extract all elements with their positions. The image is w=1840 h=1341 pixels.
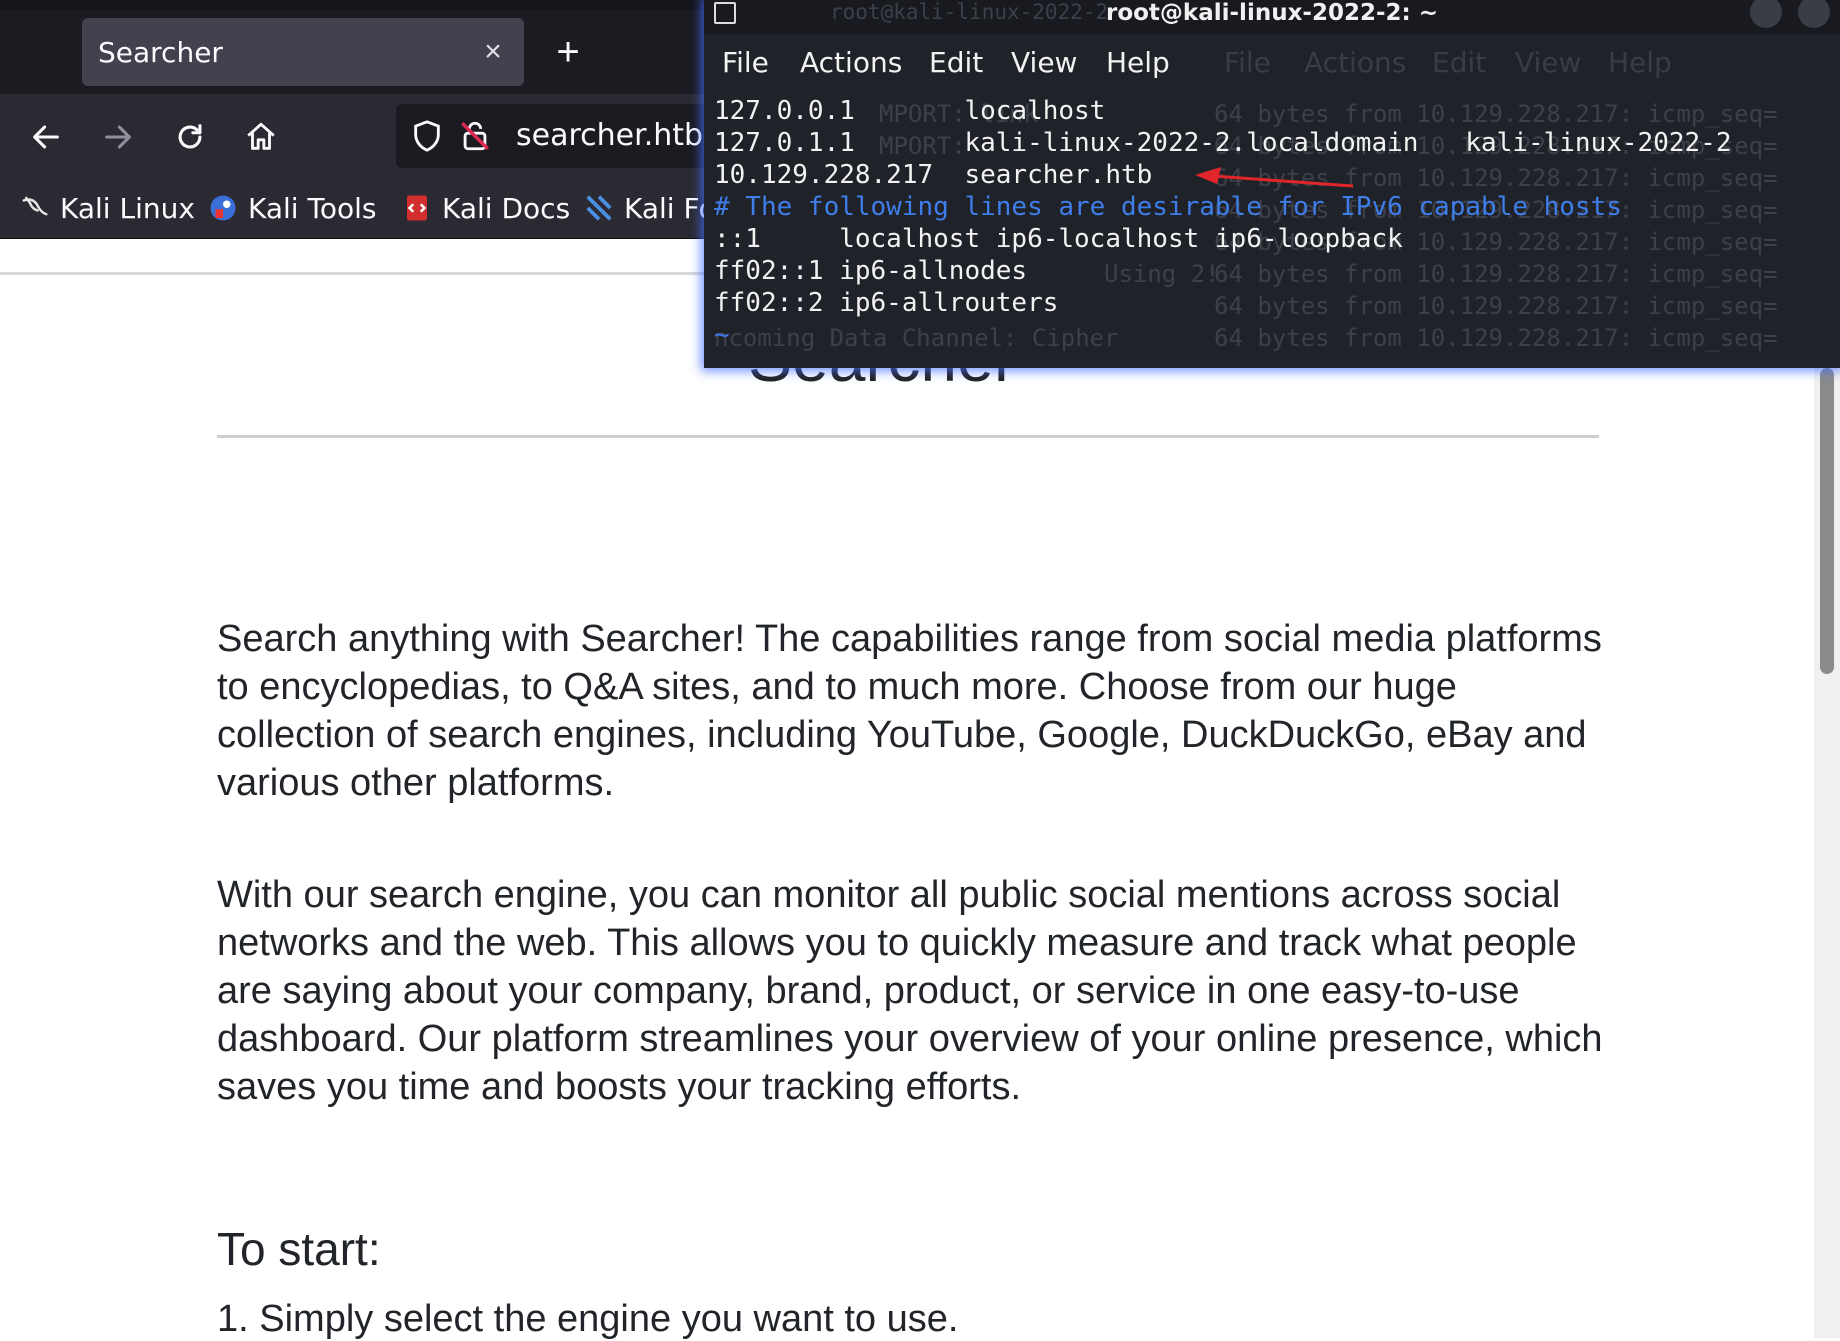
hosts-comment: # The following lines are desirable for … xyxy=(714,192,1622,222)
hosts-line-searcher: 10.129.228.217 searcher.htb xyxy=(714,160,1153,190)
step-1-text: 1. Simply select the engine you want to … xyxy=(217,1298,959,1340)
back-button[interactable] xyxy=(22,113,70,161)
reload-icon xyxy=(178,124,202,149)
kali-dragon-icon xyxy=(22,196,48,216)
menu-edit[interactable]: Edit xyxy=(929,46,983,79)
bookmark-label: Kali Linux xyxy=(60,191,195,225)
hosts-line: 127.0.0.1 localhost xyxy=(714,96,1106,126)
bookmark-label: Kali Tools xyxy=(248,191,377,225)
menu-view[interactable]: View xyxy=(1011,46,1077,79)
hosts-line: ::1 localhost ip6-localhost ip6-loopback xyxy=(714,224,1403,254)
vim-empty-line: ~ xyxy=(714,320,730,350)
background-ping-line: 64 bytes from 10.129.228.217: icmp_seq= xyxy=(1214,100,1778,128)
menu-help[interactable]: Help xyxy=(1106,46,1170,79)
scrollbar-thumb[interactable] xyxy=(1820,368,1834,674)
to-start-heading: To start: xyxy=(217,1223,381,1275)
bookmark-kali-forums[interactable]: Kali Fo xyxy=(584,190,716,226)
terminal-title: root@kali-linux-2022-2: ~ xyxy=(1105,0,1438,26)
tab-title: Searcher xyxy=(98,35,223,69)
home-icon xyxy=(247,122,275,150)
tab-searcher[interactable]: Searcher × xyxy=(82,18,524,86)
background-menu-help: Help xyxy=(1608,46,1672,79)
hosts-line: ff02::1 ip6-allnodes xyxy=(714,256,1028,286)
heading-divider xyxy=(217,435,1599,438)
url-bar[interactable]: searcher.htb xyxy=(396,104,756,168)
menu-file[interactable]: File xyxy=(722,46,769,79)
bookmark-kali-docs[interactable]: Kali Docs xyxy=(402,190,570,226)
background-menu-file: File xyxy=(1224,46,1271,79)
hosts-line: ff02::2 ip6-allrouters xyxy=(714,288,1059,318)
kali-tools-icon xyxy=(210,195,236,221)
tracking-shield-icon[interactable] xyxy=(410,118,444,154)
terminal-titlebar[interactable]: root@kali-linux-2022-2 root@kali-linux-2… xyxy=(704,0,1840,34)
insecure-lock-icon[interactable] xyxy=(458,118,492,154)
forward-arrow-icon xyxy=(105,125,131,149)
background-ping-line: 64 bytes from 10.129.228.217: icmp_seq= xyxy=(1214,260,1778,288)
menu-actions[interactable]: Actions xyxy=(800,46,902,79)
background-menu-actions: Actions xyxy=(1304,46,1407,79)
back-arrow-icon xyxy=(33,125,59,149)
hosts-line: 127.0.1.1 kali-linux-2022-2.localdomain … xyxy=(714,128,1732,158)
background-ping-line: 64 bytes from 10.129.228.217: icmp_seq= xyxy=(1214,292,1778,320)
bookmark-label: Kali Fo xyxy=(624,191,716,225)
home-button[interactable] xyxy=(237,113,285,161)
url-text[interactable]: searcher.htb xyxy=(516,104,703,168)
forward-button[interactable] xyxy=(94,113,142,161)
background-text: Using 2! xyxy=(1104,260,1220,288)
intro-paragraph: Search anything with Searcher! The capab… xyxy=(217,618,1602,804)
background-text: ncoming Data Channel: Cipher xyxy=(714,324,1119,352)
bookmark-kali-tools[interactable]: Kali Tools xyxy=(208,190,376,226)
background-ping-line: 64 bytes from 10.129.228.217: icmp_seq= xyxy=(1214,324,1778,352)
bookmark-label: Kali Docs xyxy=(442,191,571,225)
kali-forums-icon xyxy=(586,195,612,221)
background-menu-view: View xyxy=(1515,46,1582,79)
background-menu-edit: Edit xyxy=(1432,46,1487,79)
new-tab-button[interactable]: + xyxy=(548,28,588,76)
close-tab-icon[interactable]: × xyxy=(478,35,508,69)
bookmark-kali-linux[interactable]: Kali Linux xyxy=(20,190,195,226)
kali-docs-icon xyxy=(407,195,427,221)
reload-button[interactable] xyxy=(166,113,214,161)
annotation-arrow xyxy=(1195,167,1354,188)
monitoring-paragraph: With our search engine, you can monitor … xyxy=(217,874,1603,1108)
